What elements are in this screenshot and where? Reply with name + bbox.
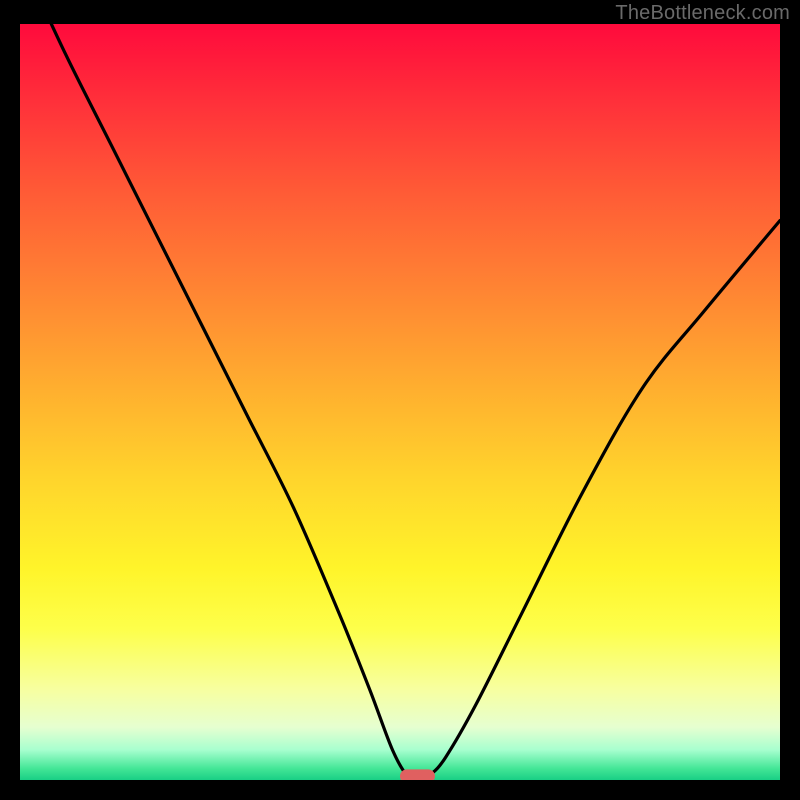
- bottleneck-curve: [20, 24, 780, 780]
- watermark-text: TheBottleneck.com: [615, 2, 790, 25]
- chart-svg: [20, 24, 780, 780]
- plot-area: [20, 24, 780, 780]
- optimal-marker: [400, 769, 435, 780]
- chart-frame: TheBottleneck.com: [0, 0, 800, 800]
